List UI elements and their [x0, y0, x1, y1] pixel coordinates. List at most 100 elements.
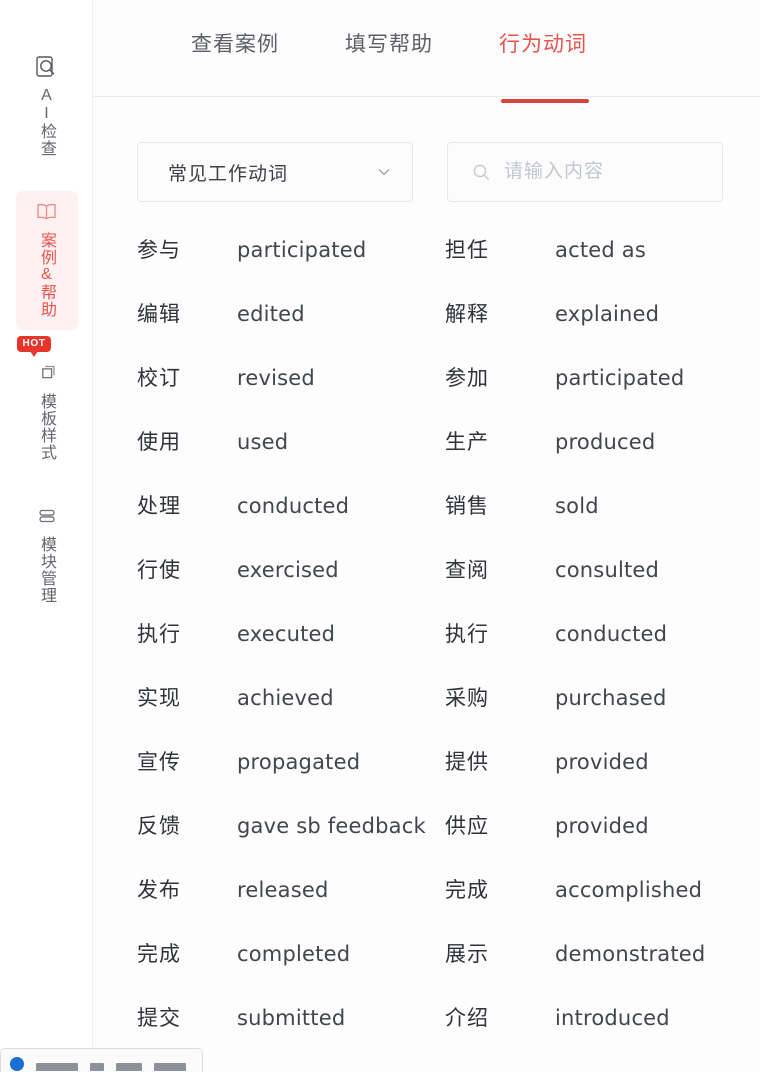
verb-english: released — [237, 878, 329, 902]
verb-english: conducted — [555, 622, 668, 646]
verb-row[interactable]: 参与 participated — [137, 234, 445, 298]
verb-row[interactable]: 完成 accomplished — [445, 874, 760, 938]
doc-search-icon — [34, 54, 60, 80]
verb-row[interactable]: 供应 provided — [445, 810, 760, 874]
verb-chinese: 提交 — [137, 1007, 181, 1030]
verb-chinese: 处理 — [137, 495, 181, 518]
verb-chinese: 实现 — [137, 687, 181, 710]
sidebar-item-cases-help[interactable]: 案例&帮助 — [15, 191, 78, 330]
sidebar-item-label: 模块管理 — [38, 536, 55, 604]
hot-badge: HOT — [16, 336, 52, 357]
verb-row[interactable]: 校订 revised — [137, 362, 445, 426]
verb-english: exercised — [237, 558, 339, 582]
category-select-value: 常见工作动词 — [168, 163, 289, 185]
verb-chinese: 使用 — [137, 431, 181, 454]
sidebar-item-template-style[interactable]: HOT 模板样式 — [16, 336, 78, 473]
verb-column-left: 参与 participated 编辑 edited 校订 revised 使用 used 处理 c… — [137, 234, 445, 1066]
verb-chinese: 展示 — [445, 943, 489, 966]
verb-english: consulted — [555, 558, 660, 582]
left-sidebar: AI检查 案例&帮助 HOT 模板样式 模块管理 — [0, 0, 93, 1072]
verb-row[interactable]: 销售 sold — [445, 490, 760, 554]
verb-row[interactable]: 完成 completed — [137, 938, 445, 1002]
verb-chinese: 参加 — [445, 367, 489, 390]
active-tab-indicator — [501, 99, 589, 103]
verb-chinese: 完成 — [137, 943, 181, 966]
verb-english: participated — [237, 238, 367, 262]
verb-chinese: 销售 — [445, 495, 489, 518]
controls-row: 常见工作动词 — [93, 97, 760, 202]
verb-english: executed — [237, 622, 336, 646]
modules-icon — [34, 503, 60, 529]
bottom-toolbar[interactable] — [0, 1048, 203, 1072]
verb-chinese: 采购 — [445, 687, 489, 710]
tab-label: 行为动词 — [499, 33, 587, 56]
verb-english: used — [237, 430, 289, 454]
verb-row[interactable]: 宣传 propagated — [137, 746, 445, 810]
toolbar-chunk — [116, 1063, 142, 1071]
sidebar-item-label: AI检查 — [38, 87, 55, 157]
verb-row[interactable]: 实现 achieved — [137, 682, 445, 746]
tab-label: 查看案例 — [191, 33, 279, 56]
tab-view-cases[interactable]: 查看案例 — [191, 28, 279, 66]
search-input[interactable] — [504, 161, 706, 183]
verb-chinese: 解释 — [445, 303, 489, 326]
verb-chinese: 执行 — [137, 623, 181, 646]
sidebar-item-ai-check[interactable]: AI检查 — [16, 46, 78, 169]
verb-chinese: 查阅 — [445, 559, 489, 582]
verb-english: explained — [555, 302, 660, 326]
verb-chinese: 担任 — [445, 239, 489, 262]
verb-english: revised — [237, 366, 315, 390]
layers-icon — [34, 360, 60, 386]
chevron-down-icon — [376, 164, 392, 180]
verb-row[interactable]: 使用 used — [137, 426, 445, 490]
toolbar-chunk — [154, 1063, 186, 1071]
open-book-icon — [34, 199, 60, 225]
toolbar-dot-icon — [10, 1057, 24, 1071]
verb-row[interactable]: 参加 participated — [445, 362, 760, 426]
app-root: AI检查 案例&帮助 HOT 模板样式 模块管理 查看案例 填写帮助 行为动词 … — [0, 0, 760, 1072]
verb-english: participated — [555, 366, 685, 390]
verb-english: provided — [555, 814, 649, 838]
verb-chinese: 供应 — [445, 815, 489, 838]
verb-english: gave sb feedback — [237, 814, 426, 838]
tab-action-verbs[interactable]: 行为动词 — [499, 28, 589, 103]
verb-row[interactable]: 执行 executed — [137, 618, 445, 682]
sidebar-item-label: 案例&帮助 — [38, 232, 55, 318]
verb-row[interactable]: 反馈 gave sb feedback — [137, 810, 445, 874]
tab-bar: 查看案例 填写帮助 行为动词 — [93, 0, 760, 103]
verb-row[interactable]: 处理 conducted — [137, 490, 445, 554]
verb-english: introduced — [555, 1006, 670, 1030]
search-box[interactable] — [447, 142, 723, 202]
verb-chinese: 执行 — [445, 623, 489, 646]
verb-english: sold — [555, 494, 599, 518]
verb-chinese: 生产 — [445, 431, 489, 454]
verb-row[interactable]: 展示 demonstrated — [445, 938, 760, 1002]
toolbar-chunk — [90, 1063, 104, 1071]
verb-english: achieved — [237, 686, 334, 710]
verb-chinese: 反馈 — [137, 815, 181, 838]
verb-chinese: 完成 — [445, 879, 489, 902]
verb-row[interactable]: 发布 released — [137, 874, 445, 938]
verb-english: accomplished — [555, 878, 703, 902]
verb-row[interactable]: 担任 acted as — [445, 234, 760, 298]
verb-row[interactable]: 生产 produced — [445, 426, 760, 490]
tab-fill-help[interactable]: 填写帮助 — [345, 28, 433, 66]
verb-english: completed — [237, 942, 351, 966]
verb-list: 参与 participated 编辑 edited 校订 revised 使用 used 处理 c… — [93, 202, 760, 1066]
verb-english: provided — [555, 750, 649, 774]
verb-row[interactable]: 介绍 introduced — [445, 1002, 760, 1066]
verb-english: acted as — [555, 238, 646, 262]
verb-row[interactable]: 行使 exercised — [137, 554, 445, 618]
verb-row[interactable]: 执行 conducted — [445, 618, 760, 682]
verb-english: purchased — [555, 686, 667, 710]
verb-row[interactable]: 采购 purchased — [445, 682, 760, 746]
verb-english: demonstrated — [555, 942, 706, 966]
sidebar-item-module-manage[interactable]: 模块管理 — [16, 495, 78, 616]
verb-row[interactable]: 编辑 edited — [137, 298, 445, 362]
verb-row[interactable]: 查阅 consulted — [445, 554, 760, 618]
category-select[interactable]: 常见工作动词 — [137, 142, 413, 202]
verb-column-right: 担任 acted as 解释 explained 参加 participated 生产 pro… — [445, 234, 760, 1066]
verb-english: propagated — [237, 750, 361, 774]
verb-row[interactable]: 解释 explained — [445, 298, 760, 362]
verb-row[interactable]: 提供 provided — [445, 746, 760, 810]
